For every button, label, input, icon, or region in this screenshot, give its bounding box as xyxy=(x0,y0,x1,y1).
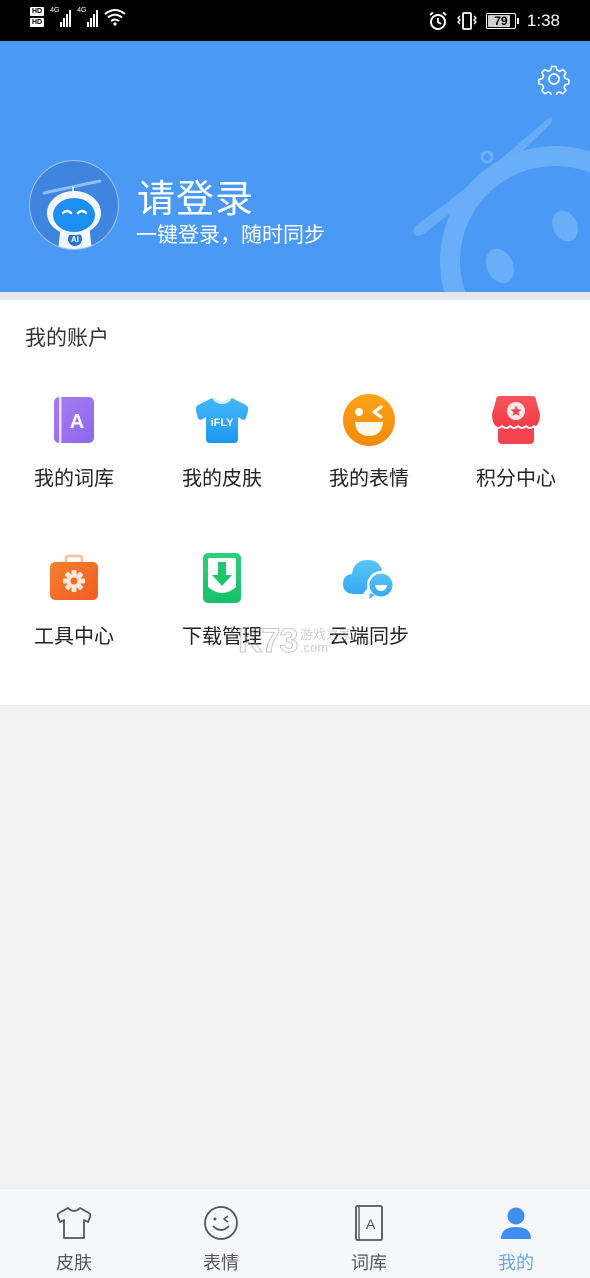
wink-emoji-icon xyxy=(343,394,395,446)
account-panel: 我的账户 A 我的词库 iFLY 我的皮肤 我的表情 积分中心 工具中心 下载管… xyxy=(0,300,590,706)
grid-item-tool-center[interactable]: 工具中心 xyxy=(0,548,148,678)
grid-item-label: 积分中心 xyxy=(476,466,556,490)
wifi-icon xyxy=(104,9,126,26)
points-shop-icon xyxy=(492,396,541,444)
cloud-sync-icon xyxy=(343,560,395,599)
dictionary-icon: A xyxy=(54,397,94,443)
hd-badge-2: HD xyxy=(30,18,45,27)
smiley-outline-icon xyxy=(204,1206,238,1240)
login-subtitle[interactable]: 一键登录，随时同步 xyxy=(136,219,325,249)
grid-item-my-skins[interactable]: iFLY 我的皮肤 xyxy=(148,390,296,520)
svg-text:iFLY: iFLY xyxy=(211,417,234,429)
gear-icon[interactable] xyxy=(538,63,570,95)
hd-badge-1: HD xyxy=(30,7,45,16)
tab-label: 词库 xyxy=(351,1253,387,1274)
tab-emoji[interactable]: 表情 xyxy=(147,1189,295,1278)
grid-item-label: 我的表情 xyxy=(329,466,409,490)
grid-item-label: 工具中心 xyxy=(34,624,114,648)
grid-item-label: 我的词库 xyxy=(34,466,114,490)
avatar[interactable]: AI xyxy=(29,160,119,250)
tab-skins[interactable]: 皮肤 xyxy=(0,1189,148,1278)
battery-icon: 79 xyxy=(485,12,519,29)
svg-text:A: A xyxy=(366,1216,376,1232)
signal-icon: 4G xyxy=(50,7,72,27)
tab-label: 表情 xyxy=(203,1253,239,1274)
tab-me[interactable]: 我的 xyxy=(442,1189,590,1278)
status-bar: HD HD 4G 4G 79 1:38 xyxy=(0,0,590,41)
network-type-1: 4G xyxy=(50,7,60,14)
alarm-icon xyxy=(429,11,447,30)
robot-avatar-icon: AI xyxy=(42,179,102,249)
book-outline-icon: A xyxy=(355,1205,383,1241)
download-icon xyxy=(203,553,241,603)
robot-watermark-icon xyxy=(413,117,590,292)
network-type-2: 4G xyxy=(77,7,87,14)
status-right: 79 1:38 xyxy=(428,0,560,41)
vibrate-icon xyxy=(456,11,477,30)
tab-dictionary[interactable]: A 词库 xyxy=(295,1189,443,1278)
svg-text:A: A xyxy=(70,411,84,433)
grid-item-my-dictionary[interactable]: A 我的词库 xyxy=(0,390,148,520)
grid-item-cloud-sync[interactable]: 云端同步 xyxy=(295,548,443,678)
grid-item-points-center[interactable]: 积分中心 xyxy=(442,390,590,520)
divider xyxy=(0,292,590,300)
grid-item-label: 下载管理 xyxy=(182,624,262,648)
grid-item-label: 云端同步 xyxy=(329,624,409,648)
bottom-nav: 皮肤 表情 A 词库 我的 xyxy=(0,1188,590,1278)
battery-level: 79 xyxy=(494,13,508,28)
section-title: 我的账户 xyxy=(25,326,109,350)
tshirt-icon: iFLY xyxy=(195,397,249,443)
grid-item-label: 我的皮肤 xyxy=(182,466,262,490)
tab-label: 皮肤 xyxy=(56,1253,92,1274)
clock: 1:38 xyxy=(526,10,560,30)
status-left: HD HD 4G 4G xyxy=(30,7,126,27)
login-title[interactable]: 请登录 xyxy=(137,168,254,223)
svg-text:AI: AI xyxy=(71,235,79,244)
profile-header[interactable]: AI 请登录 一键登录，随时同步 xyxy=(0,41,590,292)
tab-label: 我的 xyxy=(498,1253,534,1274)
toolbox-icon xyxy=(50,554,98,600)
tshirt-outline-icon xyxy=(56,1207,92,1239)
person-icon xyxy=(501,1207,531,1239)
grid-item-download-manager[interactable]: 下载管理 xyxy=(148,548,296,678)
grid-item-my-emoji[interactable]: 我的表情 xyxy=(295,390,443,520)
signal-icon-2: 4G xyxy=(77,7,99,27)
